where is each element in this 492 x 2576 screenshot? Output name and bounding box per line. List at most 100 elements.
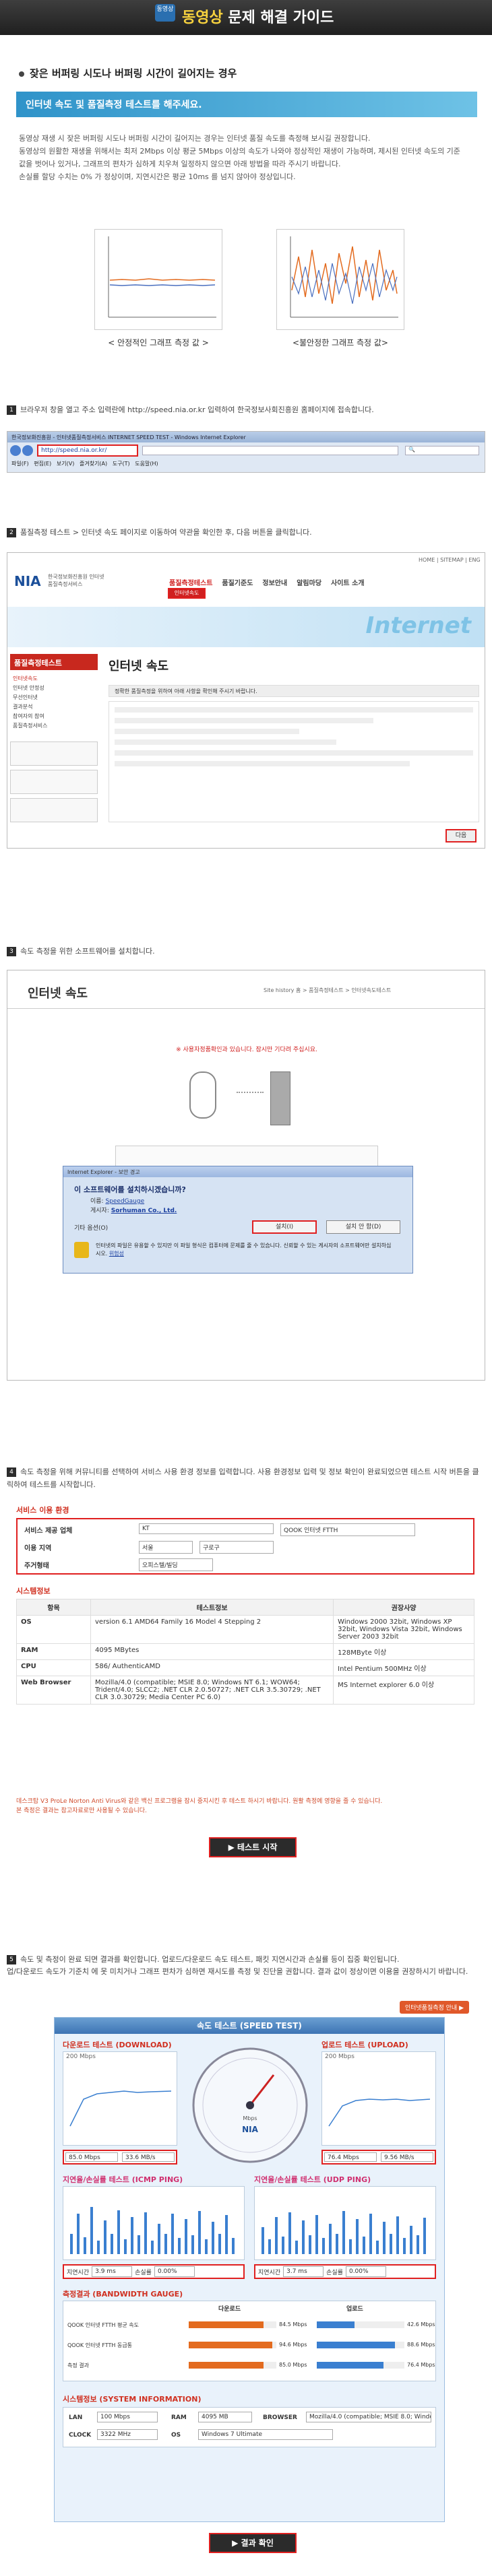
bw-bar-down — [189, 2362, 264, 2369]
nia-logo[interactable]: NIA — [14, 573, 41, 589]
more-options[interactable]: 기타 옵션(O) — [74, 1223, 108, 1232]
menu-item[interactable]: 도움말(H) — [135, 461, 158, 467]
left-menu-item[interactable]: 인터넷속도 — [13, 674, 48, 684]
bw-bar-track — [317, 2362, 404, 2369]
left-menu-item[interactable]: 무선인터넷 — [13, 693, 48, 702]
udp-delay: 3.7 ms — [283, 2266, 324, 2277]
upload-result: 76.4 Mbps 9.56 MB/s — [321, 2150, 436, 2165]
page-title: 동영상 문제 해결 가이드 — [182, 9, 334, 26]
nav-item[interactable]: 정보안내 — [262, 577, 287, 587]
side-banner-3[interactable] — [10, 798, 98, 822]
left-menu-item[interactable]: 참여자의 참여 — [13, 712, 48, 721]
bandwidth-table: 다운로드 업로드 QOOK 인터넷 FTTH 평균 속도 84.5 Mbps 42.… — [63, 2301, 436, 2381]
note-item: 데스크탑 V3 ProLe Norton Anti Virus와 같은 백신 프… — [16, 1798, 383, 1805]
upload-graph-plot — [328, 2099, 431, 2127]
guide-link[interactable]: 인터넷품질측정 안내 ▶ — [399, 2001, 469, 2014]
install-button[interactable]: 설치(I) — [252, 1220, 317, 1234]
env-label: 주거형태 — [24, 1562, 49, 1570]
env-section-title: 서비스 이용 환경 — [16, 1506, 69, 1515]
icmp-title: 지연율/손실률 테스트 (ICMP PING) — [63, 2175, 183, 2184]
nav-item[interactable]: 사이트 소개 — [331, 577, 364, 587]
table-row: OS version 6.1 AMD64 Family 16 Model 4 St… — [16, 1615, 474, 1644]
step-number: 5 — [7, 1954, 16, 1964]
address-bar[interactable]: http://speed.nia.or.kr/ — [37, 444, 138, 457]
sys-table: 항목 테스트정보 권장사양 OS version 6.1 AMD64 Family… — [16, 1599, 474, 1705]
forward-icon[interactable] — [22, 445, 33, 456]
side-banner-2[interactable] — [10, 770, 98, 794]
unstable-caption: <불안정한 그래프 측정 값> — [293, 338, 388, 348]
isp-product-select[interactable]: QOOK 인터넷 FTTH — [280, 1523, 415, 1536]
result-screenshot: 인터넷품질측정 안내 ▶ 속도 테스트 (SPEED TEST) 다운로드 테스… — [7, 1990, 485, 2569]
side-banner-1[interactable] — [10, 741, 98, 766]
bw-bar-track — [317, 2342, 404, 2348]
address-bar-extension[interactable] — [142, 446, 398, 455]
notice-bar: 정확한 품질측정을 위하여 아래 사항을 확인해 주시기 바랍니다. — [109, 685, 479, 697]
bw-row: 측정 결과 85.0 Mbps 76.4 Mbps — [67, 2356, 435, 2377]
left-menu-item[interactable]: 인터넷 안정성 — [13, 684, 48, 693]
left-menu-item[interactable]: 품질측정서비스 — [13, 721, 48, 731]
question-heading: 잦은 버퍼링 시도나 버퍼링 시간이 길어지는 경우 — [19, 66, 237, 80]
download-mbs: 33.6 MB/s — [122, 2152, 175, 2162]
menu-item[interactable]: 도구(T) — [113, 461, 130, 467]
main-nav: 품질측정테스트 품질기준도 정보안내 알림마당 사이트 소개 — [169, 577, 479, 587]
bw-bar-up — [317, 2321, 355, 2328]
notes: 데스크탑 V3 ProLe Norton Anti Virus와 같은 백신 프… — [16, 1797, 474, 1816]
district-select[interactable]: 구로구 — [199, 1541, 274, 1554]
speed-gauge: NIA Mbps — [192, 2047, 308, 2163]
bandwidth-title: 측정결과 (BANDWIDTH GAUGE) — [63, 2290, 183, 2299]
bw-bar-up — [317, 2362, 383, 2369]
step5-instruction: 5 속도 및 측정이 완료 되면 결과를 확인합니다. 업로드/다운로드 속도 테… — [7, 1954, 468, 1976]
housing-select[interactable]: 오피스텔/빌딩 — [139, 1558, 213, 1571]
nia-site-screenshot: HOME | SITEMAP | ENG NIA 한국정보화진흥원 인터넷 품질… — [7, 552, 485, 849]
icmp-graph — [63, 2186, 245, 2260]
dialog-publisher-row: 게시자: Sorhuman Co., Ltd. — [90, 1208, 177, 1214]
next-button[interactable]: 다음 — [445, 829, 476, 843]
table-header: 테스트정보 — [90, 1599, 334, 1616]
left-menu-item[interactable]: 결과분석 — [13, 702, 48, 712]
bw-bar-down — [189, 2342, 272, 2348]
site-banner: Internet — [7, 607, 485, 647]
udp-title: 지연율/손실률 테스트 (UDP PING) — [254, 2175, 371, 2184]
risk-link[interactable]: 위험성 — [109, 1251, 124, 1257]
search-box[interactable]: 🔍 — [405, 446, 479, 455]
isp-select[interactable]: KT — [139, 1523, 274, 1534]
dont-install-button[interactable]: 설치 안 함(D) — [326, 1220, 400, 1234]
gauge-unit: Mbps — [243, 2115, 257, 2121]
icmp-loss: 0.00% — [154, 2266, 195, 2277]
nav-item-speed-test[interactable]: 품질측정테스트 — [169, 577, 212, 587]
start-test-button[interactable]: ▶ 테스트 시작 — [209, 1837, 297, 1857]
dialog-warning: 인터넷의 파일은 유용할 수 있지만 이 파일 형식은 컴퓨터에 문제를 줄 수… — [96, 1243, 392, 1257]
browser-titlebar: 한국정보화진흥원 - 인터넷품질측정서비스 INTERNET SPEED TES… — [7, 432, 485, 442]
intro-banner: 인터넷 속도 및 품질측정 테스트를 해주세요. — [16, 92, 477, 117]
result-confirm-button[interactable]: ▶ 결과 확인 — [209, 2533, 297, 2553]
stable-graph-plot — [108, 236, 216, 318]
menu-item[interactable]: 파일(F) — [11, 461, 29, 467]
bw-row: QOOK 인터넷 FTTH 평균 속도 84.5 Mbps 42.6 Mbps — [67, 2316, 435, 2336]
sysinfo-clock: 3322 MHz — [97, 2429, 158, 2440]
connection-icon — [237, 1092, 264, 1094]
bw-row-label: QOOK 인터넷 FTTH 동급통 — [67, 2342, 133, 2348]
nav-item[interactable]: 품질기준도 — [222, 577, 253, 587]
back-icon[interactable] — [10, 445, 21, 456]
nav-item[interactable]: 알림마당 — [297, 577, 321, 587]
table-row: RAM 4095 MBytes 128MByte 이상 — [16, 1643, 474, 1660]
step-number: 3 — [7, 946, 16, 956]
menu-item[interactable]: 보기(V) — [57, 461, 74, 467]
bw-value-down: 84.5 Mbps — [279, 2321, 307, 2327]
icmp-result: 지연시간 3.9 ms 손실률 0.00% — [63, 2264, 245, 2279]
dialog-titlebar: Internet Explorer - 보안 경고 — [63, 1166, 412, 1177]
region-select[interactable]: 서울 — [139, 1541, 193, 1554]
left-menu: 인터넷속도 인터넷 안정성 무선인터넷 결과분석 참여자의 참여 품질측정서비스 — [13, 674, 48, 731]
sys-table-wrap: 항목 테스트정보 권장사양 OS version 6.1 AMD64 Family… — [16, 1599, 474, 1705]
menu-item[interactable]: 즐겨찾기(A) — [80, 461, 107, 467]
bw-bar-track — [189, 2362, 276, 2369]
nav-sub-internet-speed[interactable]: 인터넷속도 — [168, 588, 206, 599]
download-graph: 200 Mbps — [63, 2051, 177, 2146]
menu-item[interactable]: 편집(E) — [34, 461, 51, 467]
download-mbps: 85.0 Mbps — [65, 2152, 118, 2162]
icmp-delay: 3.9 ms — [92, 2266, 133, 2277]
icmp-graph-plot — [70, 2207, 235, 2254]
stable-caption: < 안정적인 그래프 측정 값 > — [108, 338, 209, 348]
step4-instruction: 4 속도 측정을 위해 커뮤니티를 선택하여 서비스 사용 환경 정보를 입력합니… — [7, 1467, 479, 1489]
upload-graph: 200 Mbps — [321, 2051, 436, 2146]
